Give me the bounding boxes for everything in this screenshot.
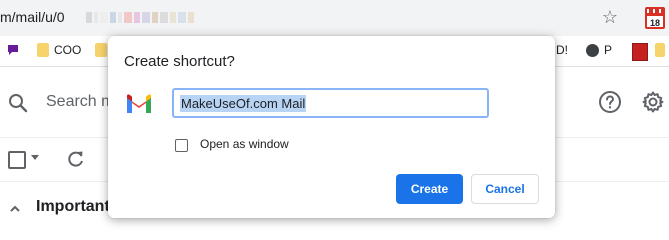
bookmark-red[interactable] <box>632 43 648 61</box>
bookmark-chat-icon[interactable] <box>6 43 20 57</box>
gmail-logo-icon <box>125 93 153 115</box>
shortcut-name-value: MakeUseOf.com Mail <box>180 94 307 112</box>
settings-gear-icon[interactable] <box>641 90 665 114</box>
url-text[interactable]: m/mail/u/0 <box>0 9 65 25</box>
folder-icon <box>655 43 665 57</box>
dialog-title: Create shortcut? <box>124 53 235 70</box>
address-bar[interactable]: m/mail/u/0 ☆ 18 <box>0 0 669 36</box>
help-icon[interactable] <box>598 90 622 114</box>
extension-badge: 18 <box>650 18 660 28</box>
shortcut-name-input[interactable]: MakeUseOf.com Mail <box>172 88 489 118</box>
search-input[interactable]: Search m <box>46 93 114 111</box>
bookmark-p[interactable]: P <box>586 43 612 57</box>
calendar-extension-icon[interactable]: 18 <box>644 6 666 30</box>
open-as-window-checkbox[interactable] <box>175 139 188 152</box>
chevron-up-icon[interactable] <box>9 202 21 214</box>
url-redacted <box>86 12 194 23</box>
bookmark-star-icon[interactable]: ☆ <box>600 7 620 27</box>
create-shortcut-dialog: Create shortcut? MakeUseOf.com Mail Open… <box>108 36 555 218</box>
bookmark-label: COO <box>54 43 82 57</box>
open-as-window-label[interactable]: Open as window <box>200 137 289 151</box>
create-button[interactable]: Create <box>396 174 463 204</box>
select-all-checkbox[interactable] <box>8 151 26 169</box>
section-label: Important <box>36 198 110 215</box>
bookmark-d[interactable]: D! <box>556 43 568 57</box>
browser-window: m/mail/u/0 ☆ 18 COO D! P Search m Import… <box>0 0 669 240</box>
folder-icon <box>37 43 49 57</box>
globe-icon <box>586 43 599 57</box>
search-icon[interactable] <box>8 93 28 113</box>
red-bookmark-icon <box>632 43 648 61</box>
bookmark-yellow[interactable] <box>655 43 665 57</box>
bookmark-label: P <box>604 43 613 57</box>
folder-icon <box>95 43 107 57</box>
refresh-icon[interactable] <box>66 149 86 169</box>
cancel-button[interactable]: Cancel <box>471 174 539 204</box>
bookmark-label: D! <box>556 43 568 57</box>
bookmark-folder-2[interactable] <box>95 43 107 57</box>
chevron-down-icon[interactable] <box>31 155 39 160</box>
bookmark-coo[interactable]: COO <box>37 43 81 57</box>
